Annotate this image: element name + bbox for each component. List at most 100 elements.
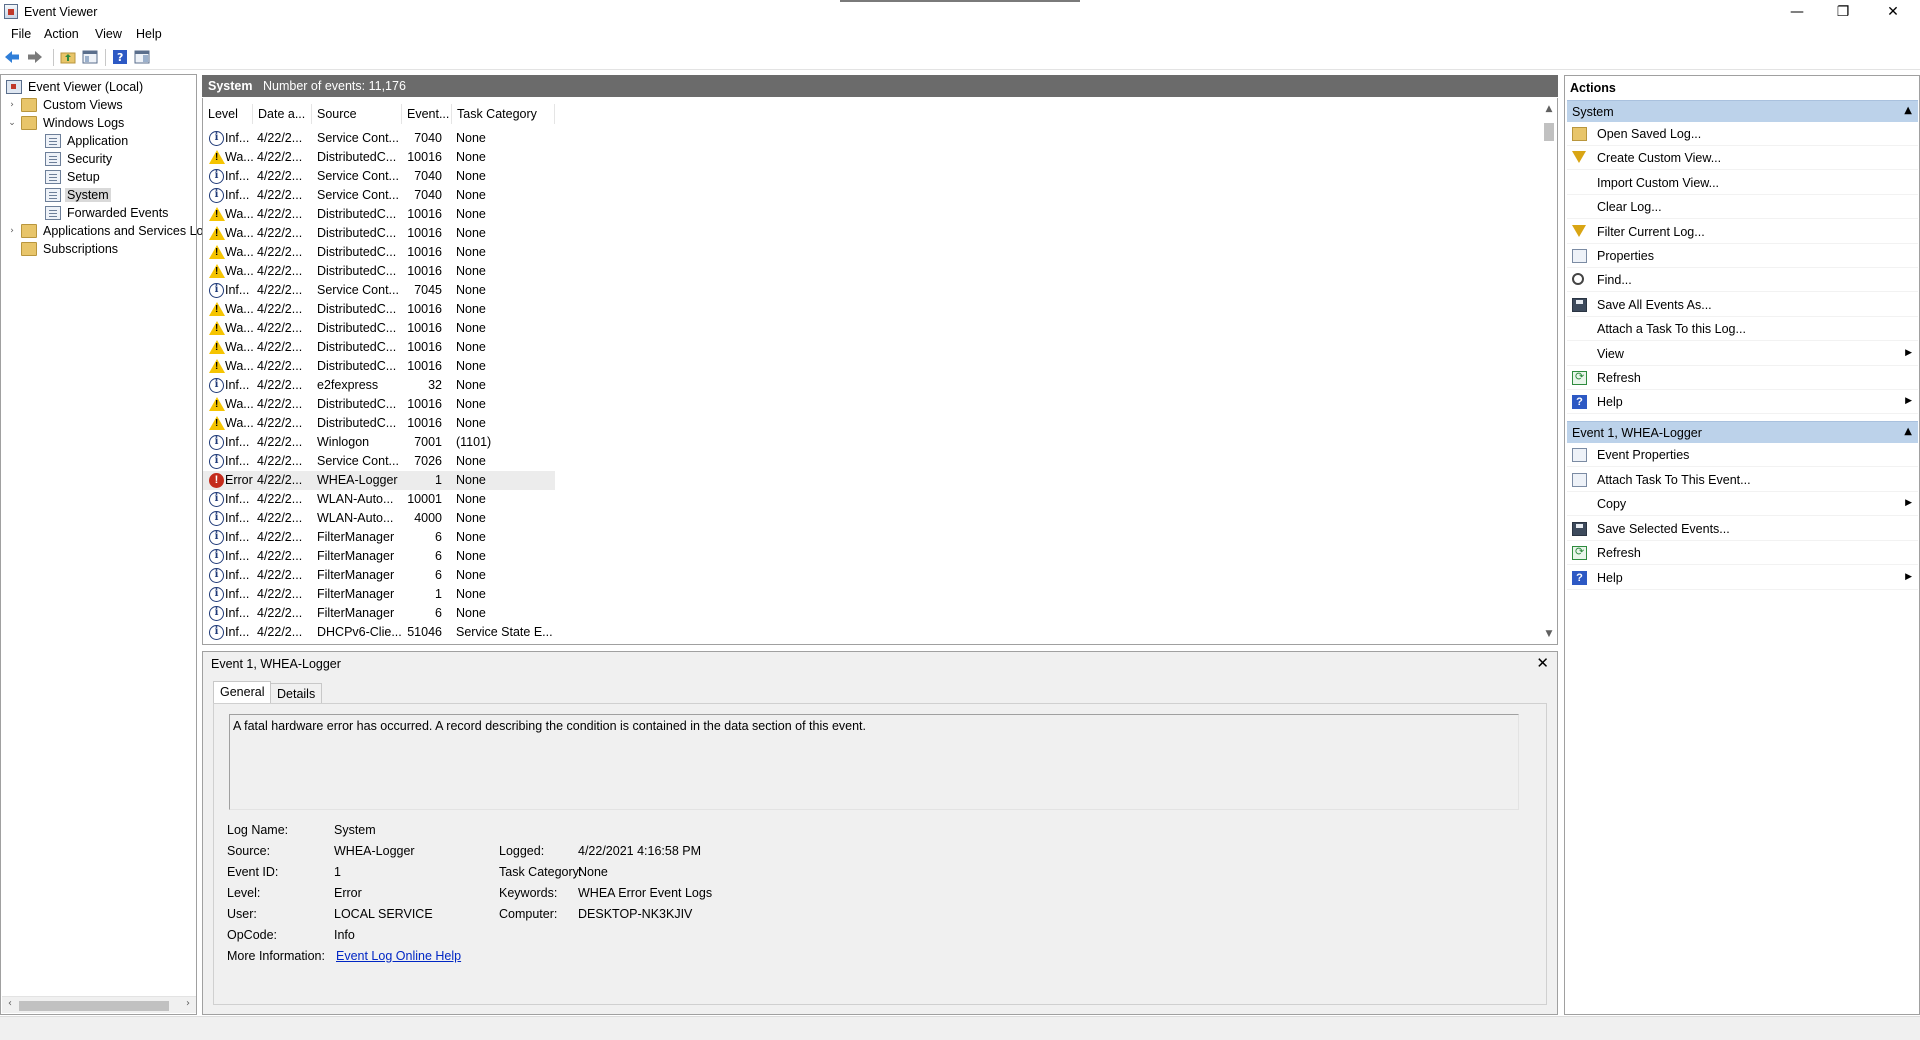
event-row[interactable]: i Inf... 4/22/2... Service Cont... 7040 None — [203, 186, 555, 205]
value-logged[interactable]: 4/22/2021 4:16:58 PM — [578, 844, 701, 858]
scrollbar-thumb[interactable] — [1544, 123, 1554, 141]
action-help[interactable]: ? Help ▶ — [1567, 567, 1918, 590]
value-user[interactable]: LOCAL SERVICE — [334, 907, 433, 921]
action-properties[interactable]: Properties — [1567, 245, 1918, 268]
minimize-button[interactable]: — — [1774, 0, 1820, 24]
column-date[interactable]: Date a... — [253, 104, 312, 124]
tree-horizontal-scrollbar[interactable]: ‹ › — [2, 996, 196, 1013]
action-help[interactable]: ? Help ▶ — [1567, 391, 1918, 415]
close-detail-icon[interactable]: ✕ — [1536, 654, 1549, 672]
action-pane-icon[interactable] — [133, 48, 151, 66]
tab-details[interactable]: Details — [270, 683, 323, 703]
action-find[interactable]: Find... — [1567, 269, 1918, 293]
event-log-online-help-link[interactable]: Event Log Online Help — [336, 949, 461, 963]
action-open-saved-log[interactable]: Open Saved Log... — [1567, 123, 1918, 146]
event-row[interactable]: i Inf... 4/22/2... FilterManager 6 None — [203, 604, 555, 623]
event-row[interactable]: i Inf... 4/22/2... FilterManager 6 None — [203, 566, 555, 585]
action-attach-a-task-to-this-log[interactable]: Attach a Task To this Log... — [1567, 318, 1918, 342]
event-row[interactable]: ! Wa... 4/22/2... DistributedC... 10016 None — [203, 319, 555, 338]
column-event-id[interactable]: Event... — [402, 104, 452, 124]
scroll-up-icon[interactable]: ▲ — [1541, 104, 1557, 119]
action-filter-current-log[interactable]: Filter Current Log... — [1567, 221, 1918, 244]
up-folder-icon[interactable] — [59, 48, 77, 66]
action-copy[interactable]: Copy ▶ — [1567, 493, 1918, 517]
event-row[interactable]: i Inf... 4/22/2... WLAN-Auto... 10001 None — [203, 490, 555, 509]
action-refresh[interactable]: Refresh — [1567, 542, 1918, 566]
value-log-name[interactable]: System — [334, 823, 376, 837]
event-row[interactable]: i Inf... 4/22/2... FilterManager 1 None — [203, 585, 555, 604]
event-row[interactable]: i Inf... 4/22/2... FilterManager 6 None — [203, 528, 555, 547]
event-description[interactable]: A fatal hardware error has occurred. A r… — [229, 714, 1519, 810]
event-row[interactable]: ! Wa... 4/22/2... DistributedC... 10016 None — [203, 205, 555, 224]
event-row[interactable]: i Inf... 4/22/2... FilterManager 6 None — [203, 547, 555, 566]
event-row[interactable]: ! Wa... 4/22/2... DistributedC... 10016 None — [203, 243, 555, 262]
value-event-id[interactable]: 1 — [334, 865, 341, 879]
actions-section-event[interactable]: Event 1, WHEA-Logger ▲ — [1567, 421, 1918, 443]
restore-button[interactable]: ❐ — [1820, 0, 1866, 24]
menu-action[interactable]: Action — [44, 27, 79, 41]
event-row[interactable]: i Inf... 4/22/2... DHCPv6-Clie... 51046 Servi… — [203, 623, 555, 642]
scroll-right-icon[interactable]: › — [181, 998, 195, 1013]
value-source[interactable]: WHEA-Logger — [334, 844, 415, 858]
tree-node-subscriptions[interactable]: Subscriptions — [21, 240, 120, 258]
value-level[interactable]: Error — [334, 886, 362, 900]
event-row[interactable]: ! Wa... 4/22/2... DistributedC... 10016 None — [203, 148, 555, 167]
tree-node-custom-views[interactable]: › Custom Views — [7, 96, 125, 114]
event-row[interactable]: ! Error 4/22/2... WHEA-Logger 1 None — [203, 471, 555, 490]
action-save-selected-events[interactable]: Save Selected Events... — [1567, 518, 1918, 541]
back-icon[interactable] — [3, 48, 21, 66]
event-row[interactable]: ! Wa... 4/22/2... DistributedC... 10016 None — [203, 262, 555, 281]
tree-node-setup[interactable]: Setup — [45, 168, 102, 186]
scroll-down-icon[interactable]: ▼ — [1541, 629, 1557, 644]
event-row[interactable]: ! Wa... 4/22/2... DistributedC... 10016 None — [203, 300, 555, 319]
chevron-right-icon[interactable]: › — [7, 226, 17, 236]
tree-node-security[interactable]: Security — [45, 150, 114, 168]
tree-node-system[interactable]: System — [45, 186, 111, 204]
event-row[interactable]: ! Wa... 4/22/2... DistributedC... 10016 None — [203, 338, 555, 357]
action-save-all-events-as[interactable]: Save All Events As... — [1567, 294, 1918, 317]
console-tree-icon[interactable] — [81, 48, 99, 66]
forward-icon[interactable] — [26, 48, 44, 66]
event-row[interactable]: i Inf... 4/22/2... Service Cont... 7026 None — [203, 452, 555, 471]
action-refresh[interactable]: Refresh — [1567, 367, 1918, 390]
chevron-right-icon[interactable]: › — [7, 100, 17, 110]
event-row[interactable]: ! Wa... 4/22/2... DistributedC... 10016 None — [203, 395, 555, 414]
scroll-left-icon[interactable]: ‹ — [3, 998, 17, 1013]
event-row[interactable]: ! Wa... 4/22/2... DistributedC... 10016 None — [203, 224, 555, 243]
chevron-down-icon[interactable]: ⌄ — [7, 118, 17, 128]
help-icon[interactable]: ? — [111, 48, 129, 66]
tree-node-forwarded-events[interactable]: Forwarded Events — [45, 204, 170, 222]
close-window-button[interactable]: ✕ — [1870, 0, 1916, 24]
event-row[interactable]: i Inf... 4/22/2... e2fexpress 32 None — [203, 376, 555, 395]
event-row[interactable]: i Inf... 4/22/2... Service Cont... 7040 None — [203, 167, 555, 186]
column-task-category[interactable]: Task Category — [452, 104, 555, 124]
action-clear-log[interactable]: Clear Log... — [1567, 196, 1918, 220]
action-attach-task-to-this-event[interactable]: Attach Task To This Event... — [1567, 469, 1918, 492]
tree-node-application[interactable]: Application — [45, 132, 130, 150]
column-level[interactable]: Level — [203, 104, 253, 124]
tab-general[interactable]: General — [213, 681, 272, 704]
tree-node-apps-services[interactable]: › Applications and Services Lo — [7, 222, 206, 240]
event-row[interactable]: i Inf... 4/22/2... Service Cont... 7040 None — [203, 129, 555, 148]
event-list-vertical-scrollbar[interactable]: ▲ ▼ — [1541, 104, 1557, 644]
value-opcode[interactable]: Info — [334, 928, 355, 942]
event-row[interactable]: i Inf... 4/22/2... Winlogon 7001 (1101) — [203, 433, 555, 452]
event-row[interactable]: ! Wa... 4/22/2... DistributedC... 10016 None — [203, 357, 555, 376]
value-keywords[interactable]: WHEA Error Event Logs — [578, 886, 712, 900]
event-row[interactable]: i Inf... 4/22/2... WLAN-Auto... 4000 None — [203, 509, 555, 528]
value-computer[interactable]: DESKTOP-NK3KJIV — [578, 907, 692, 921]
action-import-custom-view[interactable]: Import Custom View... — [1567, 172, 1918, 195]
actions-section-system[interactable]: System ▲ — [1567, 100, 1918, 122]
action-event-properties[interactable]: Event Properties — [1567, 444, 1918, 467]
tree-node-windows-logs[interactable]: ⌄ Windows Logs — [7, 114, 126, 132]
menu-view[interactable]: View — [95, 27, 122, 41]
action-create-custom-view[interactable]: Create Custom View... — [1567, 147, 1918, 171]
column-source[interactable]: Source — [312, 104, 402, 124]
tree-node-root[interactable]: Event Viewer (Local) — [6, 78, 145, 96]
menu-file[interactable]: File — [11, 27, 31, 41]
scrollbar-thumb[interactable] — [19, 1001, 169, 1011]
collapse-icon[interactable]: ▲ — [1904, 426, 1912, 437]
event-row[interactable]: i Inf... 4/22/2... Service Cont... 7045 None — [203, 281, 555, 300]
action-view[interactable]: View ▶ — [1567, 343, 1918, 366]
menu-help[interactable]: Help — [136, 27, 162, 41]
